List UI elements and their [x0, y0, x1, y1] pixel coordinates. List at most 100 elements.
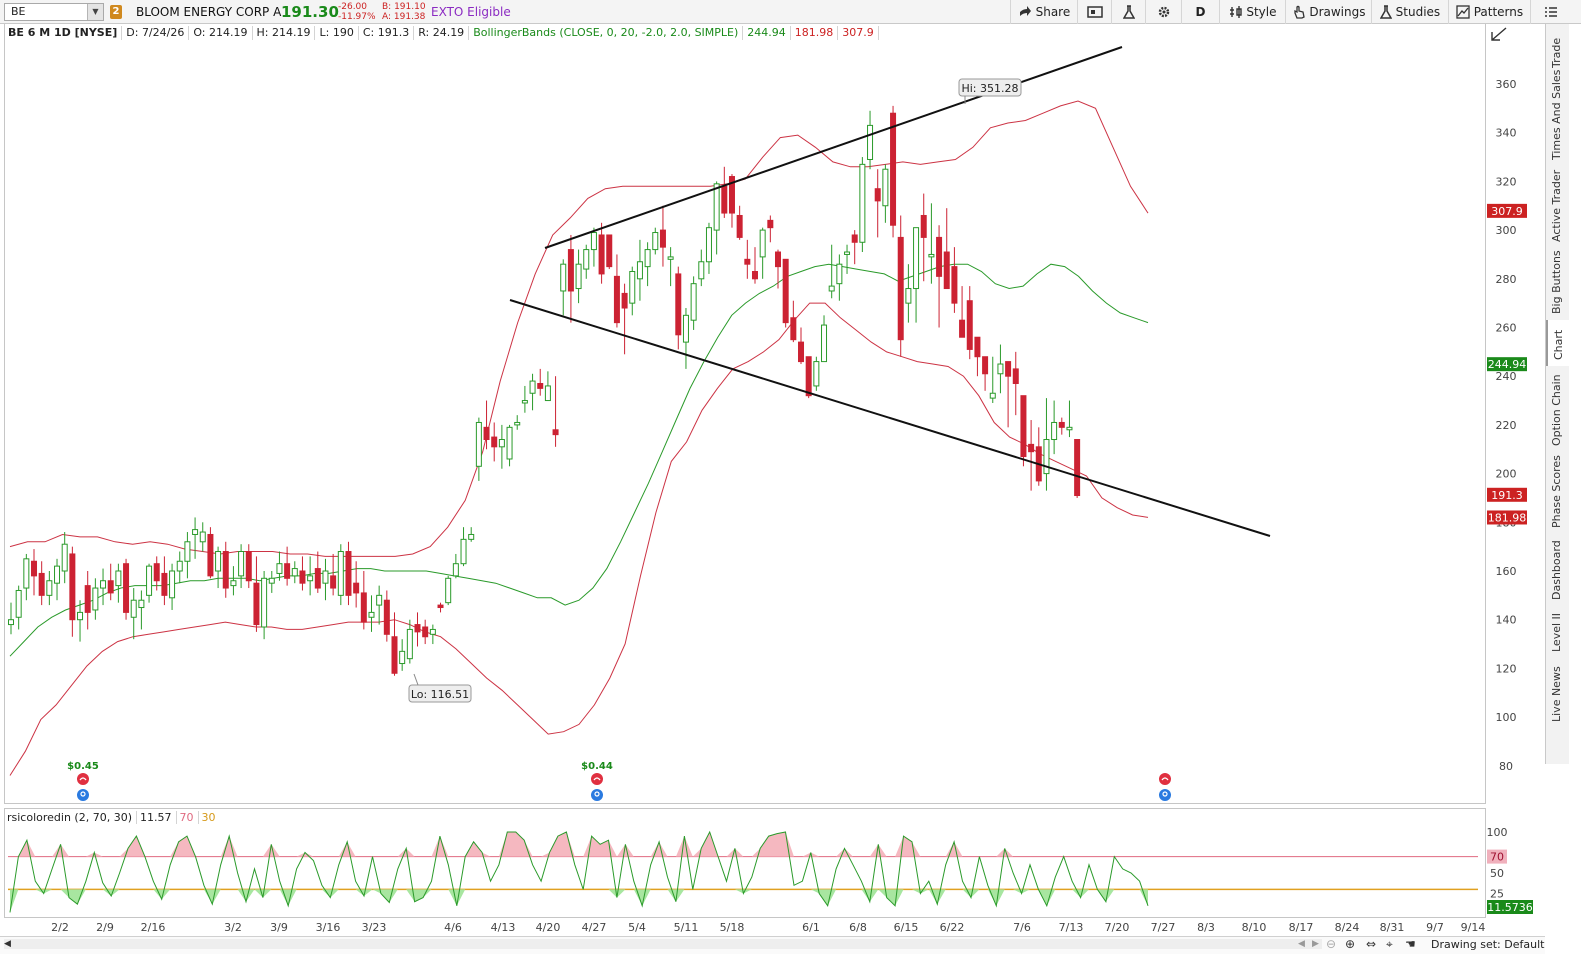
candle-body [567, 249, 574, 292]
candle-body [867, 124, 874, 160]
scroll-prev-icon[interactable]: ◀ [1298, 939, 1305, 949]
candle-body [882, 168, 889, 207]
hand-icon[interactable]: ☚ [1405, 937, 1416, 951]
candle-body [406, 628, 413, 660]
candle-body [299, 570, 306, 584]
candle-body [199, 531, 206, 543]
candle-body [437, 604, 444, 609]
candle-body [675, 273, 682, 336]
sidebar-tab-trade[interactable]: Trade [1546, 24, 1570, 74]
candle-body [1074, 439, 1081, 497]
sidebar-tab-label: Big Buttons [1550, 250, 1563, 314]
candle-body [215, 551, 222, 572]
candle-body [376, 594, 383, 606]
candle-body [307, 575, 314, 582]
sidebar-tab-label: Dashboard [1550, 540, 1563, 600]
candle-body [1005, 361, 1012, 377]
dividend-label: $0.45 [67, 761, 99, 772]
price-axis-label: 280 [1496, 273, 1517, 286]
candle-body [253, 582, 260, 626]
price-axis-label: 220 [1496, 419, 1517, 432]
expand-icon[interactable]: ⇔ [1366, 937, 1376, 951]
candle-body [759, 229, 766, 258]
candle-body [1051, 421, 1058, 441]
time-axis-label: 8/10 [1242, 921, 1267, 934]
candle-body [84, 585, 91, 613]
candle-body [851, 234, 858, 243]
rsi-overbought-fill [18, 832, 1014, 857]
menu-list-icon [1544, 7, 1557, 17]
sidebar-tab-chart[interactable]: Chart [1546, 320, 1570, 366]
time-axis-label: 3/16 [316, 921, 341, 934]
sidebar-tab-times-and-sales[interactable]: Times And Sales [1546, 70, 1570, 166]
sidebar-tab-option-chain[interactable]: Option Chain [1546, 366, 1570, 452]
rsi-overbought-badge-text: 70 [1490, 851, 1504, 864]
candle-body [552, 429, 559, 436]
candle-body [261, 577, 268, 628]
app: BE ▼ 2 BLOOM ENERGY CORP A 191.30 -26.00… [0, 0, 1581, 964]
time-axis-label: 8/17 [1289, 921, 1314, 934]
candle-body [836, 263, 843, 285]
candle-body [920, 214, 927, 238]
candle-body [399, 650, 406, 665]
candle-body [659, 229, 666, 248]
candle-body [751, 270, 758, 280]
candle-body [452, 563, 459, 577]
candle-body [337, 551, 344, 596]
candle-body [322, 570, 329, 584]
time-axis-label: 4/13 [491, 921, 516, 934]
candle-body [544, 385, 551, 402]
zoom-out-icon[interactable]: ⊖ [1326, 937, 1336, 951]
price-axis-label: 320 [1496, 175, 1517, 188]
bollinger-upper-band [9, 100, 1149, 557]
bollinger-mid-band [9, 263, 1149, 657]
candle-body [184, 541, 191, 562]
candle-body [506, 426, 513, 460]
candle-body [951, 266, 958, 304]
candle-body [636, 261, 643, 280]
time-axis-label: 6/22 [940, 921, 965, 934]
time-axis-label: 6/8 [849, 921, 867, 934]
candle-body [805, 356, 812, 397]
hi-label: Hi: 351.28 [961, 82, 1018, 95]
crosshair-icon[interactable]: ⌖ [1386, 937, 1393, 952]
candle-body [345, 551, 352, 596]
earnings-info-icon [77, 789, 89, 801]
candle-body [682, 314, 689, 343]
candle-body [23, 558, 30, 589]
sidebar-tab-big-buttons[interactable]: Big Buttons [1546, 248, 1570, 320]
candle-body [936, 236, 943, 277]
price-axis-label: 360 [1496, 78, 1517, 91]
scroll-next-icon[interactable]: ▶ [1312, 939, 1319, 949]
candle-body [429, 628, 436, 635]
time-axis-label: 6/1 [802, 921, 820, 934]
chart-canvas[interactable]: 8010012014016018020022024026028030032034… [0, 0, 1545, 936]
candle-body [483, 426, 490, 441]
price-axis-label: 120 [1496, 662, 1517, 675]
sidebar-tab-live-news[interactable]: Live News [1546, 658, 1570, 728]
candle-body [1020, 395, 1027, 458]
price-axis-label: 100 [1496, 711, 1517, 724]
sidebar-tab-level-ii[interactable]: Level II [1546, 606, 1570, 658]
candle-body [705, 227, 712, 263]
scroll-left-icon[interactable]: ◀ [4, 939, 11, 949]
sidebar-tab-phase-scores[interactable]: Phase Scores [1546, 452, 1570, 534]
time-axis-label: 8/31 [1380, 921, 1405, 934]
candle-body [69, 553, 76, 621]
candle-body [123, 563, 130, 613]
sidebar-tab-label: Phase Scores [1550, 455, 1563, 528]
candle-body [238, 551, 245, 577]
candle-body [330, 575, 337, 589]
candle-body [690, 283, 697, 321]
horizontal-scrollbar[interactable] [4, 939, 1322, 949]
candle-body [514, 421, 521, 426]
sidebar-tab-dashboard[interactable]: Dashboard [1546, 534, 1570, 606]
drawing-set-label[interactable]: Drawing set: Default [1431, 938, 1544, 951]
earnings-phone-icon [1159, 773, 1171, 785]
candle-body [828, 285, 835, 292]
time-axis-label: 9/7 [1426, 921, 1444, 934]
zoom-in-icon[interactable]: ⊕ [1345, 937, 1355, 951]
rsi-value-badge-text: 11.5736 [1487, 901, 1533, 914]
sidebar-tab-active-trader[interactable]: Active Trader [1546, 166, 1570, 248]
candle-body [100, 580, 107, 589]
